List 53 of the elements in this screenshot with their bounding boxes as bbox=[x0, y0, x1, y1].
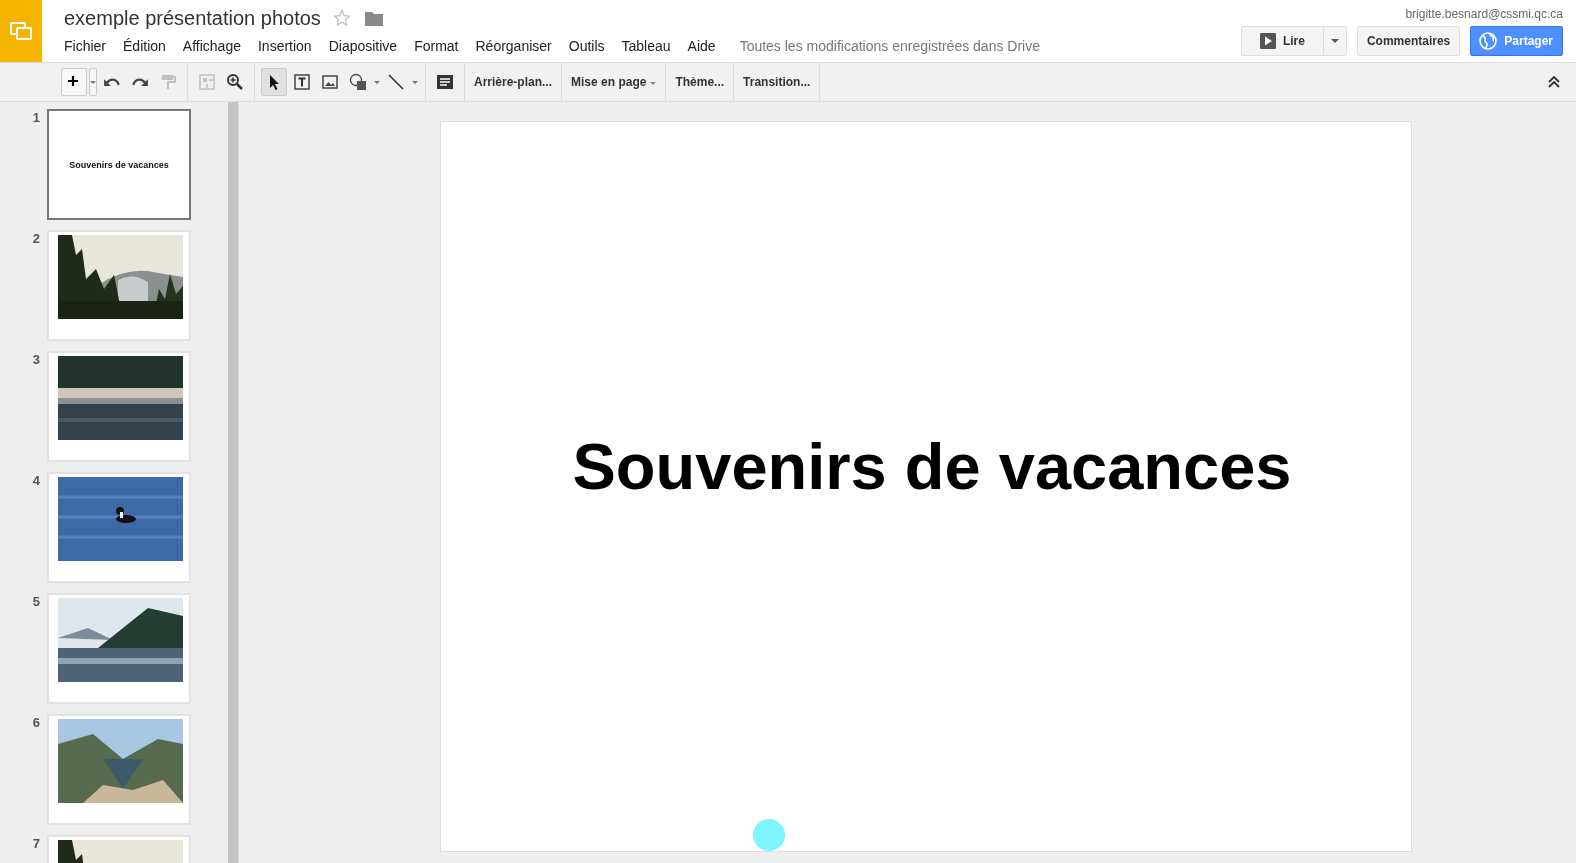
menu-item[interactable]: Diapositive bbox=[328, 38, 398, 54]
slide-thumbnail[interactable] bbox=[47, 714, 191, 825]
toolbar-button[interactable] bbox=[61, 68, 87, 96]
slide-thumbnail[interactable] bbox=[47, 230, 191, 341]
slide-thumbnail[interactable]: Souvenirs de vacances bbox=[47, 109, 191, 220]
caret-icon bbox=[1330, 39, 1339, 43]
menu-item[interactable]: Affichage bbox=[182, 38, 241, 54]
menu-item[interactable]: Format bbox=[414, 38, 459, 54]
slide-thumbnail[interactable] bbox=[47, 351, 191, 462]
star-icon[interactable] bbox=[332, 9, 351, 27]
caret-icon bbox=[374, 80, 380, 84]
line-icon bbox=[387, 73, 405, 91]
comments-button[interactable]: Commentaires bbox=[1356, 26, 1461, 56]
slides-icon bbox=[9, 19, 33, 43]
document-title[interactable]: exemple présentation photos bbox=[64, 6, 321, 30]
toolbar-button[interactable] bbox=[261, 68, 287, 96]
paint-roller-icon bbox=[159, 73, 177, 91]
caret-icon bbox=[90, 80, 96, 84]
slide-title[interactable]: Souvenirs de vacances bbox=[572, 429, 1292, 504]
slide-number: 4 bbox=[31, 472, 41, 488]
slide-number: 7 bbox=[31, 835, 41, 851]
menu-item[interactable]: Insertion bbox=[257, 38, 312, 54]
redo-icon bbox=[131, 76, 149, 88]
thumbnail-title: Souvenirs de vacances bbox=[69, 159, 169, 170]
dropdown-button[interactable] bbox=[89, 68, 97, 96]
slide-thumbnail[interactable] bbox=[47, 472, 191, 583]
slide-number: 5 bbox=[31, 593, 41, 609]
slide-thumbnail[interactable] bbox=[47, 593, 191, 704]
slide-number: 1 bbox=[31, 109, 41, 125]
frame-icon bbox=[198, 73, 216, 91]
menu-item[interactable]: Édition bbox=[123, 38, 166, 54]
menu-item[interactable]: Outils bbox=[568, 38, 605, 54]
play-button[interactable]: Lire bbox=[1240, 26, 1324, 56]
play-icon bbox=[1259, 33, 1276, 49]
notes-icon bbox=[436, 73, 454, 91]
account-email[interactable]: brigitte.besnard@cssmi.qc.ca bbox=[1405, 7, 1563, 21]
text-box-icon bbox=[293, 73, 311, 91]
caret-icon bbox=[412, 80, 418, 84]
slide-number: 6 bbox=[31, 714, 41, 730]
zoom-icon bbox=[226, 73, 244, 91]
globe-icon bbox=[1479, 32, 1498, 50]
slide-number: 2 bbox=[31, 230, 41, 246]
collapse-icon[interactable] bbox=[1547, 76, 1561, 88]
shape-icon bbox=[349, 73, 367, 91]
save-status: Toutes les modifications enregistrées dans Drive bbox=[739, 38, 1040, 54]
slide-number: 3 bbox=[31, 351, 41, 367]
menu-item[interactable]: Tableau bbox=[621, 38, 671, 54]
folder-icon[interactable] bbox=[364, 10, 383, 26]
undo-icon bbox=[103, 76, 121, 88]
menu-item[interactable]: Aide bbox=[687, 38, 716, 54]
menu-item[interactable]: Réorganiser bbox=[475, 38, 552, 54]
menu-item[interactable]: Fichier bbox=[64, 38, 106, 54]
image-icon bbox=[321, 73, 339, 91]
